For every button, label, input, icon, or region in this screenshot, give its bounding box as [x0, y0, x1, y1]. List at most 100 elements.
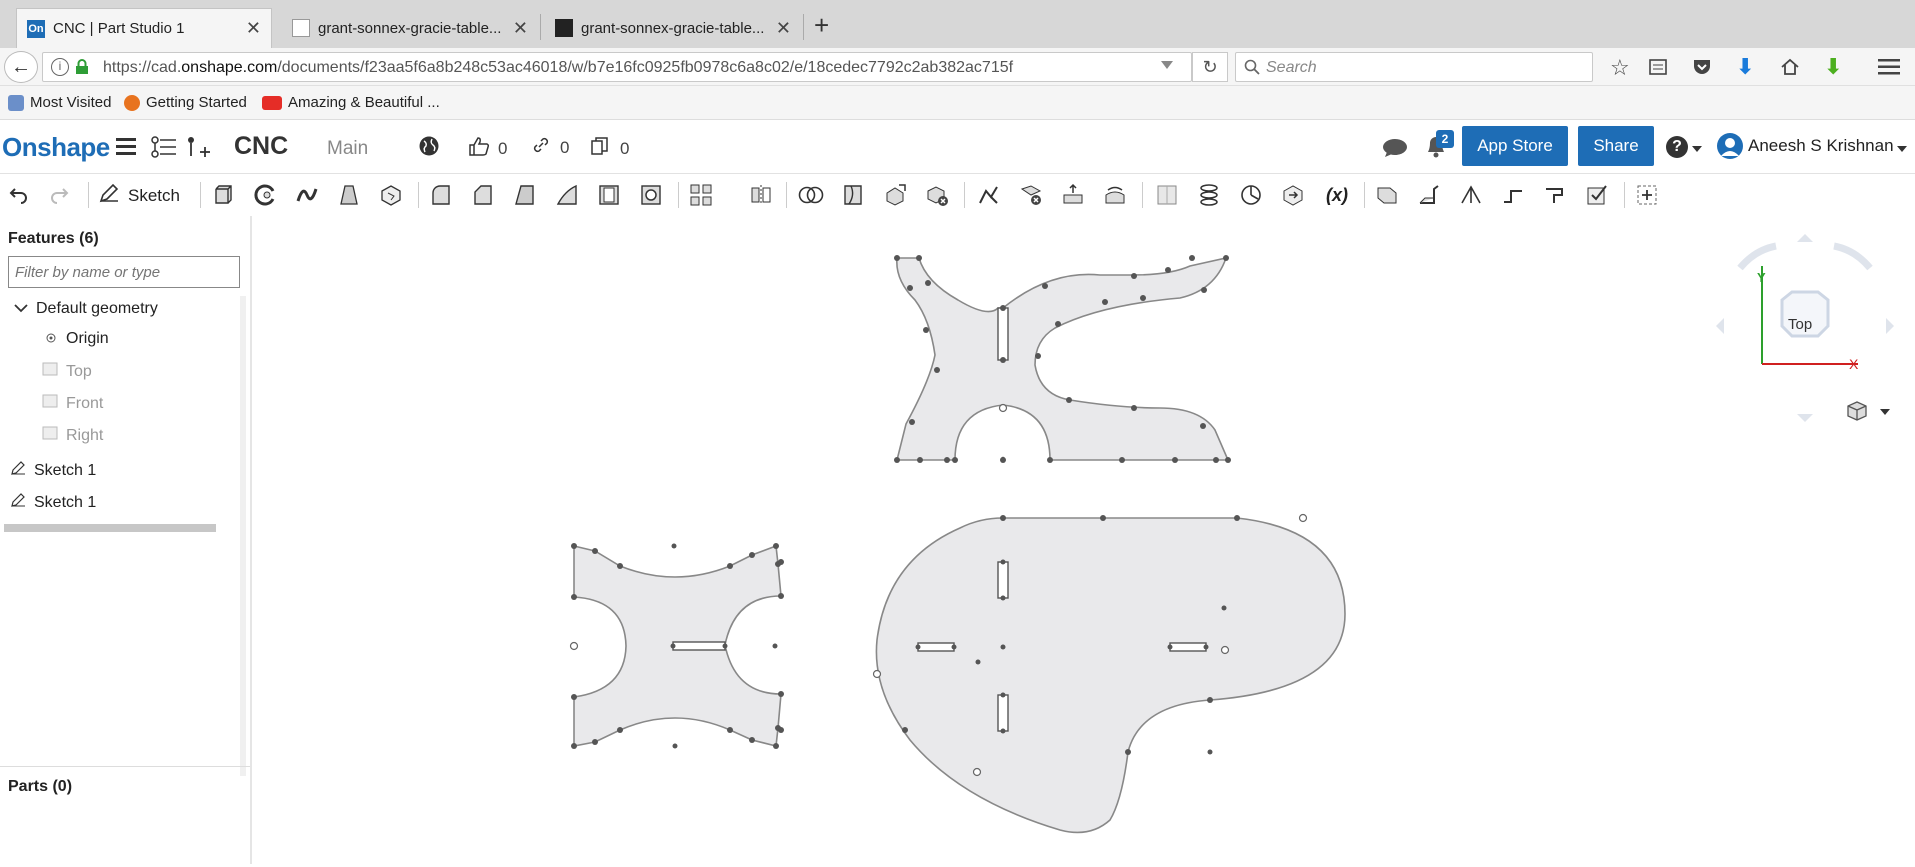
links-counter[interactable]: 0	[532, 136, 569, 159]
globe-icon[interactable]	[418, 135, 440, 160]
tree-front-plane[interactable]: Front	[42, 394, 103, 413]
user-avatar-icon[interactable]	[1716, 132, 1744, 163]
rotate-right-arc-icon[interactable]	[1833, 242, 1873, 271]
hole-icon[interactable]	[638, 182, 664, 208]
tree-default-geometry[interactable]: Default geometry	[14, 300, 158, 318]
flange-icon[interactable]	[1416, 182, 1442, 208]
feature-list-vscrollbar[interactable]	[240, 296, 246, 776]
draft-icon[interactable]	[512, 182, 538, 208]
sketch-canvas[interactable]: .shape { fill: #e9e9eb; stroke: #888; st…	[254, 216, 1915, 864]
jog-icon[interactable]	[1500, 182, 1526, 208]
boolean-icon[interactable]	[798, 182, 824, 208]
hem-icon[interactable]	[1458, 182, 1484, 208]
comments-icon[interactable]	[1382, 138, 1408, 161]
download-icon[interactable]: ⬇	[1736, 54, 1754, 80]
extrude-icon[interactable]	[210, 182, 236, 208]
revolve-icon[interactable]	[252, 182, 278, 208]
close-tab-icon[interactable]: ✕	[513, 18, 528, 39]
transform-icon[interactable]	[882, 182, 908, 208]
add-custom-feature-icon[interactable]	[1634, 182, 1660, 208]
bend-relief-icon[interactable]	[1542, 182, 1568, 208]
bookmark-amazing-beautiful[interactable]: Amazing & Beautiful ...	[262, 94, 440, 111]
tree-sketch-2[interactable]: Sketch 1	[10, 492, 96, 513]
feature-list-hscrollbar[interactable]	[4, 524, 216, 532]
view-mode-dropdown-icon[interactable]	[1880, 409, 1890, 415]
tab-grant-sonnex-1[interactable]: grant-sonnex-gracie-table... ✕	[282, 8, 538, 48]
move-face-icon[interactable]	[1060, 182, 1086, 208]
close-tab-icon[interactable]: ✕	[776, 18, 791, 39]
plane-icon[interactable]	[1154, 182, 1180, 208]
rotate-down-arrow-icon[interactable]	[1797, 414, 1813, 422]
bookmark-getting-started[interactable]: Getting Started	[124, 94, 247, 111]
tab-cnc-part-studio[interactable]: On CNC | Part Studio 1 ✕	[16, 8, 272, 48]
tree-sketch-1[interactable]: Sketch 1	[10, 460, 96, 481]
sketch-button[interactable]: Sketch	[98, 182, 180, 209]
rotate-left-arrow-icon[interactable]	[1716, 318, 1724, 334]
rotate-left-arc-icon[interactable]	[1737, 242, 1777, 271]
user-name[interactable]: Aneesh S Krishnan	[1748, 136, 1894, 156]
variable-icon[interactable]: (x)	[1322, 182, 1352, 208]
browser-search-input[interactable]: Search	[1235, 52, 1593, 82]
likes-counter[interactable]: 0	[468, 136, 507, 161]
app-store-button[interactable]: App Store	[1462, 126, 1568, 166]
copies-counter[interactable]: 0	[590, 136, 629, 161]
replace-face-icon[interactable]	[1102, 182, 1128, 208]
finish-sheet-metal-icon[interactable]	[1584, 182, 1610, 208]
back-button[interactable]: ←	[4, 51, 38, 83]
branch-name[interactable]: Main	[327, 138, 368, 160]
helix-icon[interactable]	[1196, 182, 1222, 208]
document-name[interactable]: CNC	[234, 132, 288, 161]
help-icon[interactable]: ?	[1666, 136, 1688, 158]
delete-part-icon[interactable]	[924, 182, 950, 208]
chevron-down-icon[interactable]	[14, 300, 28, 318]
chamfer-icon[interactable]	[470, 182, 496, 208]
feature-filter-input[interactable]	[8, 256, 240, 288]
modify-fillet-icon[interactable]	[976, 182, 1002, 208]
delete-face-icon[interactable]	[1018, 182, 1044, 208]
insert-icon[interactable]	[186, 136, 212, 161]
hamburger-menu-icon[interactable]	[116, 138, 136, 159]
thicken-icon[interactable]	[378, 182, 404, 208]
tree-origin[interactable]: Origin	[46, 330, 109, 348]
undo-icon[interactable]	[6, 182, 32, 208]
info-icon[interactable]: i	[51, 58, 69, 76]
derived-icon[interactable]	[1280, 182, 1306, 208]
tree-top-plane[interactable]: Top	[42, 362, 92, 381]
fillet-icon[interactable]	[428, 182, 454, 208]
close-tab-icon[interactable]: ✕	[246, 18, 261, 39]
sweep-icon[interactable]	[294, 182, 320, 208]
tree-right-plane[interactable]: Right	[42, 426, 103, 445]
bookmark-most-visited[interactable]: Most Visited	[8, 94, 111, 111]
loft-icon[interactable]	[336, 182, 362, 208]
graphics-viewport[interactable]: .shape { fill: #e9e9eb; stroke: #888; st…	[254, 216, 1915, 864]
download-extension-icon[interactable]: ⬇	[1824, 54, 1842, 80]
sketch-profile-small[interactable]	[573, 544, 782, 747]
new-tab-icon[interactable]: +	[814, 10, 829, 41]
onshape-logo[interactable]: Onshape	[2, 132, 110, 163]
mate-connector-icon[interactable]	[1238, 182, 1264, 208]
help-dropdown-icon[interactable]	[1692, 146, 1702, 152]
mirror-icon[interactable]	[748, 182, 774, 208]
user-dropdown-icon[interactable]	[1897, 146, 1907, 152]
sketch-profile-top[interactable]	[895, 256, 1230, 461]
version-graph-icon[interactable]	[150, 136, 176, 161]
url-dropdown-icon[interactable]	[1161, 61, 1173, 69]
share-button[interactable]: Share	[1578, 126, 1654, 166]
sketch-profile-seat[interactable]	[875, 517, 1346, 834]
pattern-icon[interactable]	[688, 182, 714, 208]
view-mode-cube-icon[interactable]	[1846, 400, 1868, 425]
view-cube[interactable]: Top Y X	[1710, 228, 1900, 428]
home-icon[interactable]	[1780, 57, 1800, 80]
reload-button[interactable]: ↻	[1192, 52, 1228, 82]
sheet-metal-icon[interactable]	[1374, 182, 1400, 208]
redo-icon[interactable]	[46, 182, 72, 208]
shell-icon[interactable]	[596, 182, 622, 208]
rotate-right-arrow-icon[interactable]	[1886, 318, 1894, 334]
url-bar[interactable]: i https://cad.onshape.com/documents/f23a…	[42, 52, 1192, 82]
browser-menu-icon[interactable]	[1878, 58, 1900, 79]
tab-grant-sonnex-2[interactable]: grant-sonnex-gracie-table... ✕	[545, 8, 801, 48]
panel-divider[interactable]	[0, 766, 250, 767]
pocket-icon[interactable]	[1692, 57, 1712, 80]
rotate-up-arrow-icon[interactable]	[1797, 234, 1813, 242]
split-icon[interactable]	[840, 182, 866, 208]
